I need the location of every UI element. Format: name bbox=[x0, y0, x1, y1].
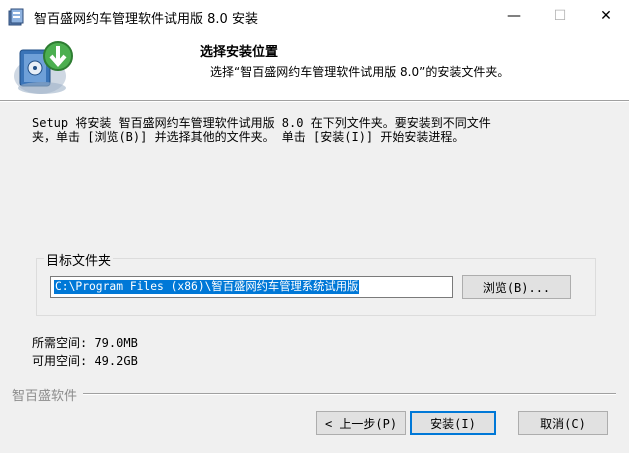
close-icon: ✕ bbox=[600, 8, 612, 24]
installer-disc-icon bbox=[14, 41, 73, 94]
header-divider bbox=[0, 100, 629, 102]
page-title: 选择安装位置 bbox=[200, 45, 279, 60]
destination-group-label: 目标文件夹 bbox=[44, 250, 114, 269]
installer-app-icon bbox=[8, 8, 24, 26]
install-path-value: C:\Program Files (x86)\智百盛网约车管理系统试用版 bbox=[54, 280, 360, 294]
instructions-text: Setup 将安装 智百盛网约车管理软件试用版 8.0 在下列文件夹。要安装到不… bbox=[32, 116, 491, 144]
install-button[interactable]: 安装(I) bbox=[410, 411, 496, 435]
back-button[interactable]: < 上一步(P) bbox=[316, 411, 406, 435]
minimize-button[interactable]: — bbox=[491, 0, 537, 32]
brand-label: 智百盛软件 bbox=[12, 385, 84, 404]
browse-button[interactable]: 浏览(B)... bbox=[462, 275, 571, 299]
page-subtitle: 选择“智百盛网约车管理软件试用版 8.0”的安装文件夹。 bbox=[210, 65, 510, 79]
cancel-button[interactable]: 取消(C) bbox=[518, 411, 608, 435]
maximize-icon: ☐ bbox=[553, 8, 567, 24]
close-button[interactable]: ✕ bbox=[583, 0, 629, 32]
footer-divider bbox=[12, 393, 616, 395]
window-title: 智百盛网约车管理软件试用版 8.0 安装 bbox=[34, 12, 258, 27]
minimize-icon: — bbox=[507, 8, 521, 24]
maximize-button: ☐ bbox=[537, 0, 583, 32]
title-bar: 智百盛网约车管理软件试用版 8.0 安装 — ☐ ✕ bbox=[0, 0, 629, 32]
available-space-text: 可用空间: 49.2GB bbox=[32, 354, 138, 368]
install-path-input[interactable]: C:\Program Files (x86)\智百盛网约车管理系统试用版 bbox=[50, 276, 453, 298]
wizard-header: 选择安装位置 选择“智百盛网约车管理软件试用版 8.0”的安装文件夹。 bbox=[0, 32, 629, 100]
required-space-text: 所需空间: 79.0MB bbox=[32, 336, 138, 350]
